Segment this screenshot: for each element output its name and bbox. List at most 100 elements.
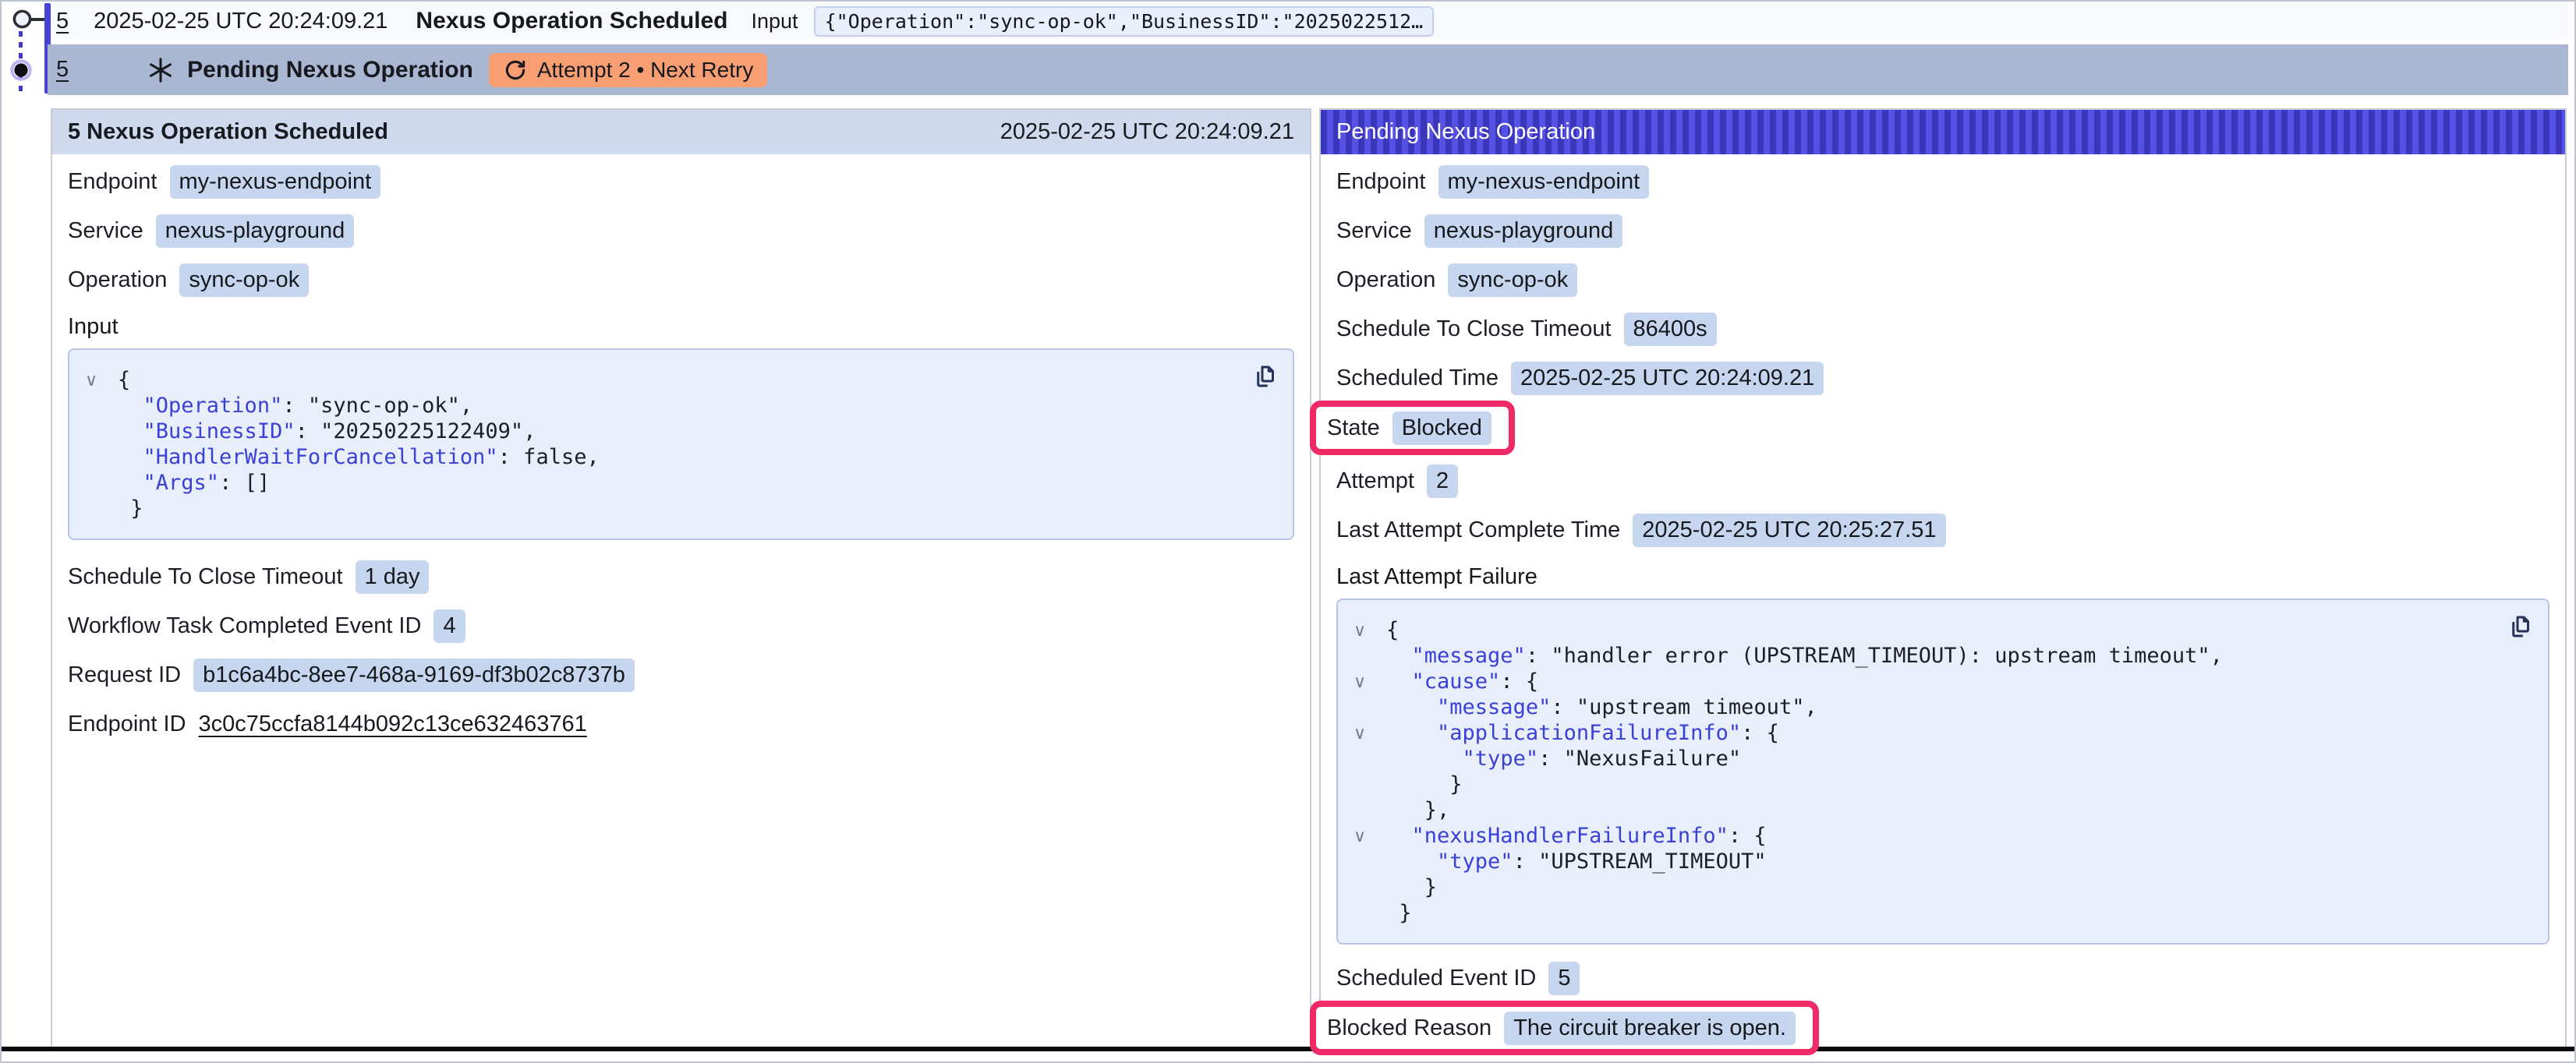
field-request-id: Request ID b1c6a4bc-8ee7-468a-9169-df3b0… (68, 657, 1294, 693)
collapse-chevron-icon (85, 393, 118, 418)
collapse-chevron-icon (85, 470, 118, 496)
copy-icon[interactable] (2503, 613, 2532, 642)
pending-panel-header-striped: Pending Nexus Operation (1321, 110, 2565, 154)
field-schedule-to-close-timeout: Schedule To Close Timeout 1 day (68, 559, 1294, 595)
field-last-attempt-complete-time: Last Attempt Complete Time 2025-02-25 UT… (1336, 512, 2549, 548)
collapse-chevron-icon[interactable]: ∨ (1353, 823, 1386, 849)
field-label: Operation (68, 267, 167, 293)
field-schedule-to-close-timeout: Schedule To Close Timeout 86400s (1336, 311, 2549, 347)
retry-badge-label: Attempt 2 • Next Retry (537, 58, 753, 83)
collapse-chevron-icon (1353, 694, 1386, 720)
viewport-bottom-edge (2, 1047, 2576, 1051)
endpoint-id-link[interactable]: 3c0c75ccfa8144b092c13ce632463761 (199, 712, 587, 737)
field-endpoint: Endpoint my-nexus-endpoint (1336, 164, 2549, 200)
collapse-chevron-icon[interactable]: ∨ (85, 367, 118, 393)
event-marker-current-icon (10, 59, 32, 81)
event-marker-open-icon (12, 9, 33, 30)
field-label: Scheduled Time (1336, 366, 1499, 391)
pending-panel-body: Endpoint my-nexus-endpoint Service nexus… (1321, 154, 2565, 1055)
collapse-chevron-icon[interactable]: ∨ (1353, 617, 1386, 643)
collapse-chevron-icon (1353, 797, 1386, 823)
collapse-chevron-icon (1353, 746, 1386, 772)
collapse-chevron-icon[interactable]: ∨ (1353, 720, 1386, 746)
collapse-chevron-icon (85, 444, 118, 470)
field-value-badge: 5 (1548, 962, 1580, 995)
collapse-chevron-icon (1353, 772, 1386, 797)
copy-icon[interactable] (1247, 362, 1277, 392)
field-label: Last Attempt Complete Time (1336, 517, 1620, 543)
failure-json-code: ∨{ "message": "handler error (UPSTREAM_T… (1353, 617, 2493, 926)
field-service: Service nexus-playground (1336, 213, 2549, 249)
event-title: Nexus Operation Scheduled (416, 8, 727, 34)
panel-title: Pending Nexus Operation (1336, 119, 1595, 145)
field-label: Schedule To Close Timeout (68, 564, 343, 590)
field-value-badge: sync-op-ok (179, 263, 309, 297)
field-value-badge: nexus-playground (1424, 214, 1623, 248)
field-operation: Operation sync-op-ok (1336, 262, 2549, 298)
panel-timestamp: 2025-02-25 UTC 20:24:09.21 (1000, 119, 1294, 145)
retry-icon (503, 58, 528, 83)
blocked-reason-annotation-highlight: Blocked Reason The circuit breaker is op… (1310, 1001, 1819, 1055)
panel-title: 5 Nexus Operation Scheduled (68, 119, 388, 145)
field-label: Service (68, 218, 143, 244)
field-operation: Operation sync-op-ok (68, 262, 1294, 298)
collapse-chevron-icon (1353, 874, 1386, 900)
field-scheduled-time: Scheduled Time 2025-02-25 UTC 20:24:09.2… (1336, 360, 2549, 396)
collapse-chevron-icon (85, 496, 118, 521)
field-value-badge: 1 day (356, 560, 430, 594)
collapse-chevron-icon[interactable]: ∨ (1353, 669, 1386, 694)
event-timestamp: 2025-02-25 UTC 20:24:09.21 (94, 9, 387, 34)
scheduled-panel-header: 5 Nexus Operation Scheduled 2025-02-25 U… (52, 110, 1310, 154)
field-state: State Blocked (1327, 410, 1491, 446)
field-label: Service (1336, 218, 1412, 244)
field-value-badge: nexus-playground (156, 214, 355, 248)
field-label: Endpoint (1336, 169, 1426, 195)
pending-operation-detail-panel: Pending Nexus Operation Endpoint my-nexu… (1319, 108, 2567, 1048)
field-endpoint-id: Endpoint ID 3c0c75ccfa8144b092c13ce63246… (68, 706, 1294, 742)
field-value-badge: 4 (433, 609, 465, 643)
field-value-badge: 86400s (1624, 313, 1717, 346)
field-label: Schedule To Close Timeout (1336, 316, 1612, 342)
pending-event-title: Pending Nexus Operation (187, 57, 473, 83)
event-id-link[interactable]: 5 (56, 9, 69, 34)
collapse-chevron-icon (1353, 900, 1386, 926)
scheduled-panel-body: Endpoint my-nexus-endpoint Service nexus… (52, 154, 1310, 742)
field-value-badge: my-nexus-endpoint (1438, 165, 1650, 199)
timeline-connector (31, 18, 45, 21)
field-workflow-task-completed-event-id: Workflow Task Completed Event ID 4 (68, 608, 1294, 644)
field-value-badge: sync-op-ok (1448, 263, 1577, 297)
pending-asterisk-icon (147, 56, 175, 84)
collapse-chevron-icon (1353, 849, 1386, 874)
event-input-label: Input (752, 9, 798, 34)
field-label: Attempt (1336, 468, 1414, 494)
workflow-event-history-view: 5 2025-02-25 UTC 20:24:09.21 Nexus Opera… (0, 0, 2576, 1063)
last-attempt-failure-label: Last Attempt Failure (1336, 561, 2549, 592)
field-label: Endpoint (68, 169, 157, 195)
scheduled-event-detail-panel: 5 Nexus Operation Scheduled 2025-02-25 U… (51, 108, 1311, 1048)
field-value-badge: 2025-02-25 UTC 20:24:09.21 (1511, 362, 1824, 395)
event-row-pending-nexus-operation[interactable]: 5 Pending Nexus Operation Attempt 2 • Ne… (48, 44, 2568, 95)
field-blocked-reason: Blocked Reason The circuit breaker is op… (1327, 1010, 1796, 1046)
input-json-viewer: ∨{ "Operation": "sync-op-ok", "BusinessI… (68, 348, 1294, 540)
field-attempt: Attempt 2 (1336, 463, 2549, 499)
field-label: State (1327, 415, 1380, 441)
field-label: Operation (1336, 267, 1435, 293)
collapse-chevron-icon (85, 418, 118, 444)
field-label: Scheduled Event ID (1336, 966, 1536, 991)
field-endpoint: Endpoint my-nexus-endpoint (68, 164, 1294, 200)
event-row-nexus-operation-scheduled[interactable]: 5 2025-02-25 UTC 20:24:09.21 Nexus Opera… (51, 3, 2568, 39)
field-label: Workflow Task Completed Event ID (68, 613, 421, 639)
field-label: Request ID (68, 662, 181, 688)
blocked-reason-value-badge: The circuit breaker is open. (1504, 1012, 1796, 1045)
state-annotation-highlight: State Blocked (1310, 401, 1515, 455)
field-value-badge: my-nexus-endpoint (170, 165, 381, 199)
input-json-code: ∨{ "Operation": "sync-op-ok", "BusinessI… (85, 367, 1238, 521)
field-scheduled-event-id: Scheduled Event ID 5 (1336, 960, 2549, 996)
state-value-badge: Blocked (1392, 411, 1491, 445)
collapse-chevron-icon (1353, 643, 1386, 669)
event-input-preview-badge: {"Operation":"sync-op-ok","BusinessID":"… (814, 6, 1435, 37)
event-id-link[interactable]: 5 (56, 57, 69, 83)
field-value-badge: 2 (1427, 464, 1458, 498)
field-service: Service nexus-playground (68, 213, 1294, 249)
field-label: Blocked Reason (1327, 1015, 1491, 1041)
